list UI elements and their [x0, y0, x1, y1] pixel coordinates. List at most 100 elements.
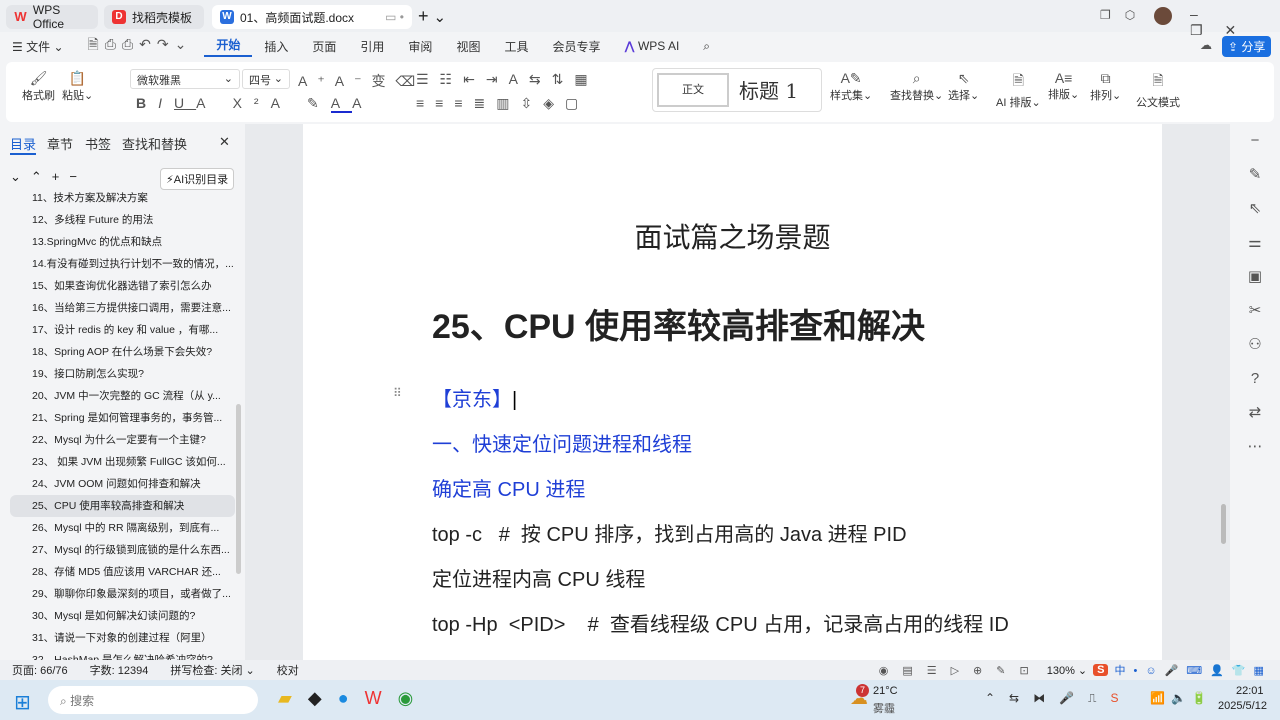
toc-item[interactable]: 24、JVM OOM 问题如何排查和解决 — [10, 473, 235, 495]
style-heading-1[interactable]: 标题 1 — [739, 75, 798, 104]
document-title: 面试篇之场景题 — [634, 222, 831, 253]
menu-reference[interactable]: 引用 — [348, 38, 396, 55]
menu-insert[interactable]: 插入 — [252, 38, 300, 55]
zoom-level[interactable]: 130% ⌄ — [1047, 664, 1087, 677]
tools-icon[interactable]: ✂ — [1230, 294, 1280, 328]
menu-member[interactable]: 会员专享 — [540, 38, 612, 55]
file-menu[interactable]: ☰ 文件 ⌄ — [0, 38, 76, 55]
style-set-button[interactable]: A✎ 样式集⌄ — [830, 70, 872, 103]
toc-item[interactable]: 18、Spring AOP 在什么场景下会失效? — [10, 341, 235, 363]
toc-controls[interactable]: ⌄⌃+− — [10, 169, 87, 185]
toc-item[interactable]: 17、设计 redis 的 key 和 value ，有哪... — [10, 319, 235, 341]
pinned-apps[interactable]: ▰◆●W◉ — [278, 688, 429, 709]
toc-item[interactable]: 30、Mysql 是如何解决幻读问题的? — [10, 605, 235, 627]
toc-item[interactable]: 26、Mysql 中的 RR 隔离级别，到底有... — [10, 517, 235, 539]
spell-check[interactable]: 拼写检查: 关闭 ⌄ — [170, 662, 254, 678]
assist-icon[interactable]: ⚇ — [1230, 328, 1280, 362]
select-button[interactable]: ⇖ 选择⌄ — [948, 70, 979, 103]
toc-item[interactable]: 28、存储 MD5 值应该用 VARCHAR 还... — [10, 561, 235, 583]
more-icon[interactable]: ⋯ — [1230, 430, 1280, 464]
paste-button[interactable]: 📋 粘贴⌄ — [62, 70, 93, 103]
toc-item[interactable]: 13.SpringMvc 的优点和缺点 — [10, 231, 235, 253]
drag-handle-icon[interactable]: ⠿ — [393, 386, 402, 400]
toc-item[interactable]: 31、请说一下对象的创建过程（阿里） — [10, 627, 235, 649]
style-normal[interactable]: 正文 — [657, 73, 729, 107]
toc-item[interactable]: 15、如果查询优化器选错了索引怎么办 — [10, 275, 235, 297]
font-name-select[interactable]: 微软雅黑 ⌄ — [130, 69, 240, 89]
ime-toolbar-icons[interactable]: 中•☺🎤⌨👤👕▦ — [1114, 662, 1271, 678]
tab-document[interactable]: W 01、高频面试题.docx ▭ • — [212, 5, 412, 29]
taskbar-search[interactable]: ⌕ 搜索 — [48, 686, 258, 714]
menu-home[interactable]: 开始 — [204, 36, 253, 57]
tab-wps-office[interactable]: W WPS Office — [6, 3, 98, 31]
help-icon[interactable]: ? — [1230, 362, 1280, 396]
toc-item[interactable]: 27、Mysql 的行级锁到底锁的是什么东西... — [10, 539, 235, 561]
text-format-icons[interactable]: BIUA X²A ✎AA — [136, 95, 373, 113]
menu-tools[interactable]: 工具 — [492, 38, 540, 55]
document-scrollbar[interactable] — [1221, 504, 1226, 544]
toc-item[interactable]: 25、CPU 使用率较高排查和解决 — [10, 495, 235, 517]
tab-templates[interactable]: D 找稻壳模板 — [104, 5, 204, 29]
menu-page[interactable]: 页面 — [300, 38, 348, 55]
settings-icon[interactable]: ⚌ — [1230, 226, 1280, 260]
word-count[interactable]: 字数: 12394 — [90, 662, 149, 678]
clock-date[interactable]: 2025/5/12 — [1218, 700, 1267, 712]
step-heading-2: 定位进程内高 CPU 线程 — [432, 569, 646, 591]
edit-icon[interactable]: ✎ — [1230, 158, 1280, 192]
ai-layout-button[interactable]: 🗎 AI 排版⌄ — [996, 70, 1041, 110]
font-size-select[interactable]: 四号 ⌄ — [242, 69, 290, 89]
wps-ai-menu[interactable]: ⋀ WPS AI — [612, 39, 691, 53]
clock-time[interactable]: 22:01 — [1236, 685, 1264, 697]
toc-item[interactable]: 16、当给第三方提供接口调用，需要注意... — [10, 297, 235, 319]
tab-chapters[interactable]: 章节 — [47, 134, 73, 153]
new-tab-button[interactable]: + ⌄ — [418, 6, 446, 27]
right-sidebar: − ✎ ⇖ ⚌ ▣ ✂ ⚇? ⇄ ⋯ — [1230, 124, 1280, 660]
collapse-icon[interactable]: − — [1230, 124, 1280, 158]
windows-start-icon[interactable]: ⊞ — [14, 690, 31, 715]
find-replace-button[interactable]: ⌕ 查找替换⌄ — [890, 70, 943, 103]
avatar[interactable] — [1154, 7, 1172, 25]
tab-toc[interactable]: 目录 — [10, 134, 37, 155]
view-mode-icons[interactable]: ◉▤☰▷⊕✎⊡ — [879, 664, 1043, 677]
toc-item[interactable]: 23、 如果 JVM 出现频繁 FullGC 该如何... — [10, 451, 235, 473]
sogou-ime-icon[interactable]: S — [1093, 664, 1109, 676]
toc-item[interactable]: 20、JVM 中一次完整的 GC 流程（从 y... — [10, 385, 235, 407]
menu-view[interactable]: 视图 — [444, 38, 492, 55]
network-volume-battery-icons[interactable]: 📶🔈🔋 — [1150, 691, 1213, 705]
panel-scrollbar[interactable] — [236, 404, 241, 574]
official-mode-button[interactable]: 🗎 公文模式 — [1136, 70, 1180, 110]
share-button[interactable]: ⇪ 分享 — [1222, 36, 1272, 57]
align-icons[interactable]: ≡≡≡≣▥⇳◈▢ — [416, 95, 589, 112]
toc-item[interactable]: 12、多线程 Future 的用法 — [10, 209, 235, 231]
toc-item[interactable]: 22、Mysql 为什么一定要有一个主键? — [10, 429, 235, 451]
quick-access-icons[interactable]: 🗎⎙⎙↶↷⌄ — [76, 34, 205, 58]
toc-item[interactable]: 19、接口防刷怎么实现? — [10, 363, 235, 385]
cloud-icon[interactable]: ☁ — [1200, 38, 1212, 52]
ribbon-toolbar: 🖌 格式刷 📋 粘贴⌄ 微软雅黑 ⌄ 四号 ⌄ A⁺A⁻变⌫ BIUA X²A ✎AA … — [6, 62, 1274, 122]
format-painter-button[interactable]: 🖌 格式刷 — [22, 70, 55, 103]
tab-bookmarks[interactable]: 书签 — [85, 134, 111, 153]
document-page[interactable]: 面试篇之场景题 25、CPU 使用率较高排查和解决 ⠿ 【京东】| 一、快速定位… — [303, 124, 1162, 660]
style-gallery: 正文 标题 1 — [652, 68, 822, 112]
proofread-button[interactable]: 校对 — [277, 662, 299, 678]
tab-find-replace[interactable]: 查找和替换 — [122, 134, 187, 153]
page-count[interactable]: 页面: 66/76 — [12, 662, 68, 678]
system-tray-icons[interactable]: ⌃⇆⧓🎤⎍S — [985, 691, 1132, 706]
menu-review[interactable]: 审阅 — [396, 38, 444, 55]
arrange-button[interactable]: ⧉ 排列⌄ — [1090, 70, 1121, 103]
search-icon[interactable]: ⌕ — [691, 39, 722, 54]
font-tools-icons[interactable]: A⁺A⁻变⌫ — [298, 71, 425, 91]
toc-item[interactable]: 29、聊聊你印象最深刻的项目，或者做了... — [10, 583, 235, 605]
layout-button[interactable]: A≡ 排版⌄ — [1048, 70, 1079, 102]
share-icon[interactable]: ⇄ — [1230, 396, 1280, 430]
toc-item[interactable]: 21、Spring 是如何管理事务的，事务管... — [10, 407, 235, 429]
paragraph-icons[interactable]: ☰☷⇤⇥A⇆⇅▦ — [416, 71, 599, 88]
toc-item[interactable]: 11、技术方案及解决方案 — [10, 187, 235, 209]
toc-item[interactable]: 14.有没有碰到过执行计划不一致的情况，... — [10, 253, 235, 275]
format-icon[interactable]: ▣ — [1230, 260, 1280, 294]
command-line-2: top -Hp <PID> # 查看线程级 CPU 占用，记录高占用的线程 ID — [432, 614, 1009, 636]
wps-logo-icon: W — [14, 9, 27, 24]
pointer-icon[interactable]: ⇖ — [1230, 192, 1280, 226]
word-doc-icon: W — [220, 10, 234, 24]
close-icon[interactable]: ✕ — [219, 134, 230, 150]
